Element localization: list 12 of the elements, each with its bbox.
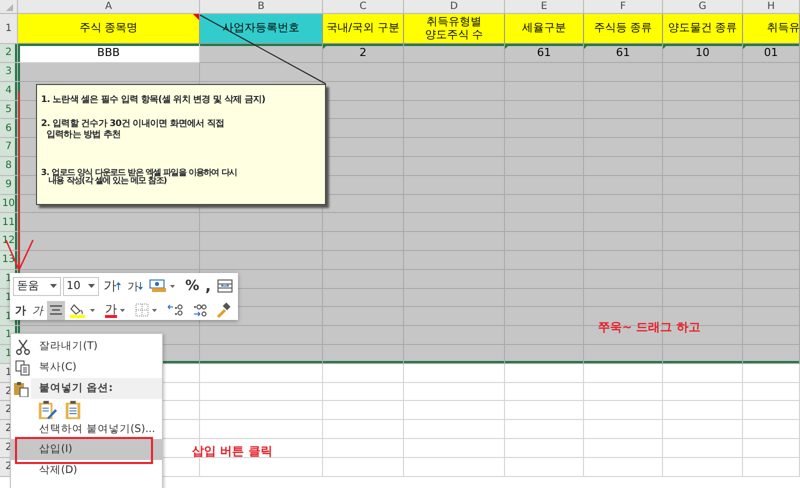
header-cell: 주식등 종류 [584, 14, 663, 44]
comment-text: 1. 노란색 셀은 필수 입력 항목(셀 위치 변경 및 삭제 금지) [41, 95, 266, 107]
header-cell: 사업자등록번호 [200, 14, 323, 44]
annotation-text: 삽입 버튼 클릭 [192, 445, 272, 458]
header-cell: 국내/국외 구분 [323, 14, 404, 44]
header-cell: 세율구분 [505, 14, 584, 44]
header-cell: 주식 종목명 [18, 14, 200, 44]
comment-text: 2. 입력할 건수가 30건 이내이면 화면에서 직접 입력하는 방법 추천 [41, 118, 224, 142]
comment-text: 3. 업로드 양식 다운로드 받은 엑셀 파일을 이용하여 다시 내용 작성(각 셀에 있는 메모 참조) [41, 168, 237, 186]
annotation-text: 쭈욱~ 드래그 하고 [598, 321, 700, 334]
header-cell: 취득유형별 양도주식 수 [404, 14, 505, 44]
header-cell: 양도물건 종류 [663, 14, 743, 44]
